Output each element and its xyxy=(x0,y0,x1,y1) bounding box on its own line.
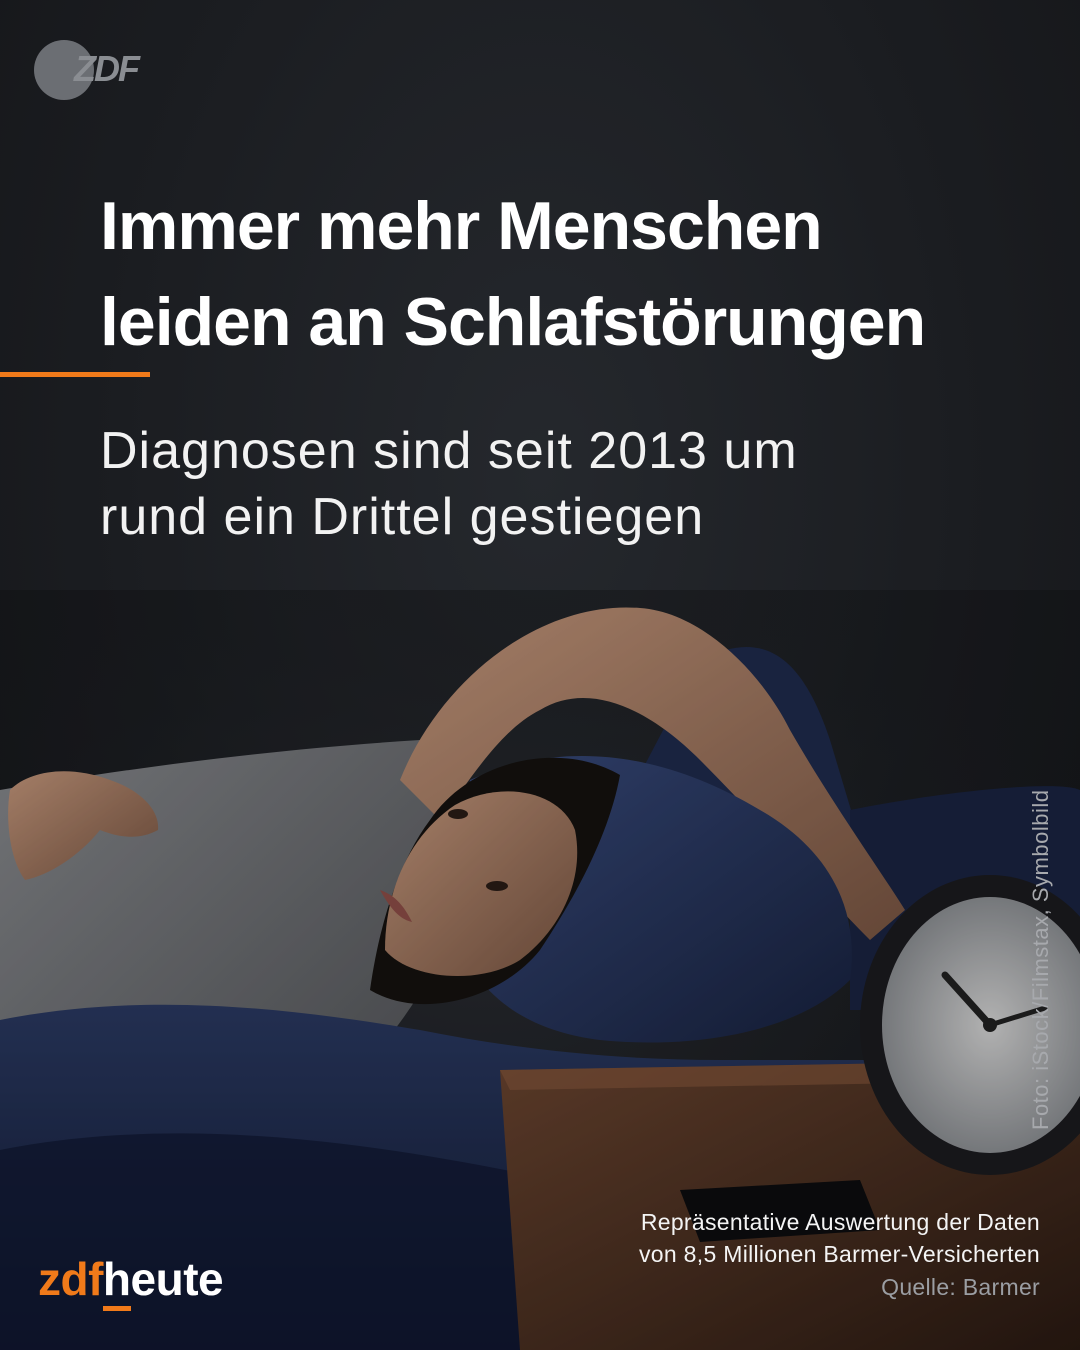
zdf-logo-text: ZDF xyxy=(74,48,140,89)
accent-divider xyxy=(0,372,150,377)
brand-zdf: zdf xyxy=(38,1253,103,1305)
source-block: Repräsentative Auswertung der Daten von … xyxy=(639,1206,1040,1304)
subheadline-line-2: rund ein Drittel gestiegen xyxy=(100,488,705,546)
brand-heute-text: heute xyxy=(102,1253,224,1305)
zdfheute-logo: zdfheute xyxy=(38,1252,224,1312)
headline-line-1: Immer mehr Menschen xyxy=(100,188,823,264)
source-label: Quelle: Barmer xyxy=(881,1274,1040,1300)
subheadline: Diagnosen sind seit 2013 um rund ein Dri… xyxy=(100,418,1000,550)
subheadline-line-1: Diagnosen sind seit 2013 um xyxy=(100,422,798,480)
zdf-logo: ZDF xyxy=(34,40,144,100)
photo-credit: Foto: iStock/Filmstax, Symbolbild xyxy=(1028,789,1053,1130)
headline: Immer mehr Menschen leiden an Schlafstör… xyxy=(100,178,1060,370)
headline-line-2: leiden an Schlafstörungen xyxy=(100,284,926,360)
post-canvas: ZDF Immer mehr Menschen leiden an Schlaf… xyxy=(0,0,1080,1350)
brand-underline xyxy=(102,1306,131,1311)
source-line-1: Repräsentative Auswertung der Daten xyxy=(640,1209,1040,1235)
brand-heute: heute xyxy=(102,1253,224,1311)
source-line-2: von 8,5 Millionen Barmer-Versicherten xyxy=(639,1241,1040,1267)
